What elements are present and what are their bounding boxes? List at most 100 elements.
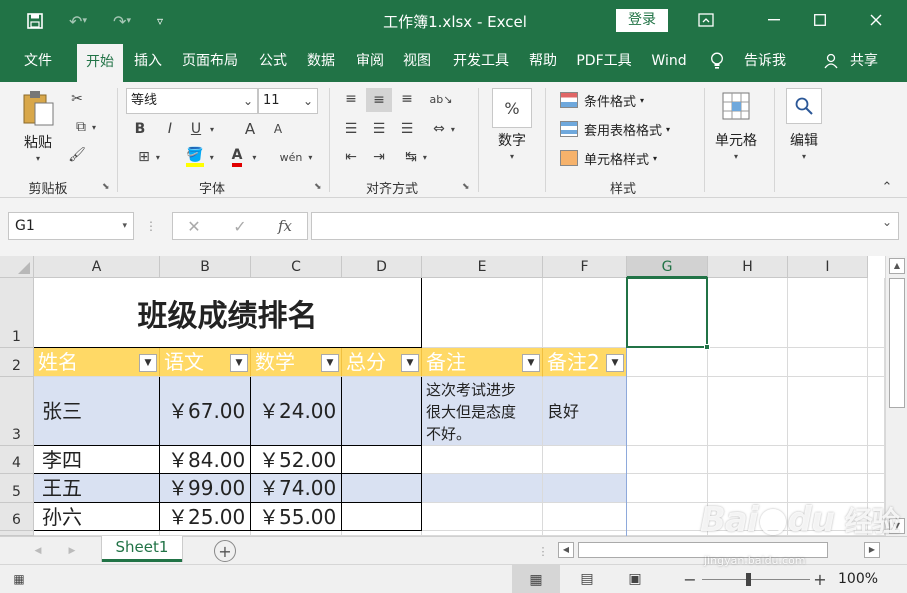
cell-e1[interactable] [422,278,543,348]
column-header-f[interactable]: F [543,256,627,278]
empty-cell[interactable] [627,348,708,377]
sheet-tab-sheet1[interactable]: Sheet1 [102,536,182,562]
page-layout-view-icon[interactable]: ▤ [576,569,598,589]
scroll-right-icon[interactable]: ▶ [864,542,880,558]
tab-wind[interactable]: Wind [644,42,694,82]
cell-e3[interactable]: 这次考试进步 很大但是态度 不好。 [422,377,543,446]
cell-f4[interactable] [543,446,627,474]
empty-cell[interactable] [788,377,868,446]
cell-b6[interactable]: ￥25.00 [160,503,251,531]
merge-center-icon[interactable]: ⇔ ▾ [424,118,464,140]
cell-a6[interactable]: 孙六 [34,503,160,531]
column-header-g[interactable]: G [627,256,708,278]
empty-cell[interactable] [868,278,885,348]
macro-recording-icon[interactable]: ▦ [10,571,28,587]
cells-icon[interactable] [718,88,754,124]
empty-cell[interactable] [708,278,788,348]
tab-formulas[interactable]: 公式 [252,42,294,82]
filter-dropdown-icon[interactable]: ▼ [321,354,339,372]
conditional-formatting-button[interactable]: 条件格式 ▾ [560,88,644,112]
empty-cell[interactable] [788,446,868,474]
align-left-icon[interactable]: ☰ [340,118,362,140]
vertical-scroll-thumb[interactable] [889,278,905,408]
zoom-slider[interactable] [702,573,810,586]
cell-e5[interactable] [422,474,543,503]
empty-cell[interactable] [788,474,868,503]
underline-dropdown-icon[interactable]: ▾ [206,118,218,140]
font-size-combo[interactable]: 11 ⌄ [258,88,318,114]
header-cell-math[interactable]: 数学 ▼ [251,348,342,377]
font-launcher-icon[interactable]: ⬊ [314,182,322,192]
more-options-icon[interactable]: ⋮ [145,216,157,236]
tab-split-handle[interactable]: ⋮ [538,543,549,559]
paste-icon[interactable] [18,88,58,128]
align-center-icon[interactable]: ☰ [368,118,390,140]
redo-icon[interactable]: ↷ ▾ [104,9,140,33]
vertical-scrollbar[interactable]: ▲ ▼ [885,256,907,536]
zoom-level[interactable]: 100% [838,571,888,587]
normal-view-icon[interactable]: ▦ [512,565,560,593]
header-cell-note[interactable]: 备注 ▼ [422,348,543,377]
next-sheet-icon[interactable]: ▶ [64,543,80,559]
insert-function-icon[interactable]: fx [273,215,297,237]
cell-a4[interactable]: 李四 [34,446,160,474]
login-button[interactable]: 登录 [616,9,668,32]
tab-file[interactable]: 文件 [14,42,62,82]
cell-styles-button[interactable]: 单元格样式 ▾ [560,146,657,170]
alignment-launcher-icon[interactable]: ⬊ [462,182,470,192]
scroll-up-icon[interactable]: ▲ [889,258,905,274]
cell-a5[interactable]: 王五 [34,474,160,503]
scroll-left-icon[interactable]: ◀ [558,542,574,558]
phonetic-guide-icon[interactable]: wén ▾ [276,146,316,168]
empty-cell[interactable] [868,377,885,446]
cell-a3[interactable]: 张三 [34,377,160,446]
number-format-button[interactable]: 数字 [488,130,536,150]
fill-handle[interactable] [704,344,710,350]
clipboard-launcher-icon[interactable]: ⬊ [102,182,110,192]
editing-dropdown-icon[interactable]: ▾ [796,150,812,162]
filter-dropdown-icon[interactable]: ▼ [522,354,540,372]
header-cell-total[interactable]: 总分 ▼ [342,348,422,377]
header-cell-name[interactable]: 姓名 ▼ [34,348,160,377]
empty-cell[interactable] [708,377,788,446]
header-cell-note2[interactable]: 备注2 ▼ [543,348,627,377]
empty-cell[interactable] [868,348,885,377]
row-header-2[interactable]: 2 [0,348,34,377]
empty-cell[interactable] [868,446,885,474]
cell-c5[interactable]: ￥74.00 [251,474,342,503]
select-all-corner[interactable] [0,256,34,278]
filter-dropdown-icon[interactable]: ▼ [401,354,419,372]
underline-button[interactable]: U [186,118,206,140]
tab-tell-me[interactable]: 告诉我 [736,42,794,82]
align-right-icon[interactable]: ☰ [396,118,418,140]
font-color-icon[interactable]: A ▾ [224,146,264,168]
chevron-down-icon[interactable]: ▾ [122,213,127,239]
tab-page-layout[interactable]: 页面布局 [174,42,246,82]
selected-cell-g1[interactable] [626,277,708,348]
align-middle-icon[interactable]: ≡ [366,88,392,112]
cell-f3[interactable]: 良好 [543,377,627,446]
cell-e6[interactable] [422,503,543,531]
orientation-icon[interactable]: ab↘ [426,88,456,110]
cell-f1[interactable] [543,278,627,348]
column-header-a[interactable]: A [34,256,160,278]
paste-label[interactable]: 粘贴 [18,132,58,152]
tab-data[interactable]: 数据 [300,42,342,82]
grow-font-button[interactable]: A [240,118,260,140]
shrink-font-button[interactable]: A [268,118,288,140]
text-direction-icon[interactable]: ↹ ▾ [396,146,436,168]
lightbulb-icon[interactable] [706,42,728,82]
cell-e4[interactable] [422,446,543,474]
empty-cell[interactable] [868,503,885,531]
paste-dropdown-icon[interactable]: ▾ [30,152,46,164]
cell-d6[interactable] [342,503,422,531]
tab-insert[interactable]: 插入 [127,42,169,82]
cell-b5[interactable]: ￥99.00 [160,474,251,503]
empty-cell[interactable] [788,348,868,377]
bold-button[interactable]: B [130,118,150,140]
italic-button[interactable]: I [160,118,180,140]
horizontal-scroll-thumb[interactable] [578,542,828,558]
tab-review[interactable]: 审阅 [349,42,391,82]
cell-c3[interactable]: ￥24.00 [251,377,342,446]
filter-dropdown-icon[interactable]: ▼ [230,354,248,372]
